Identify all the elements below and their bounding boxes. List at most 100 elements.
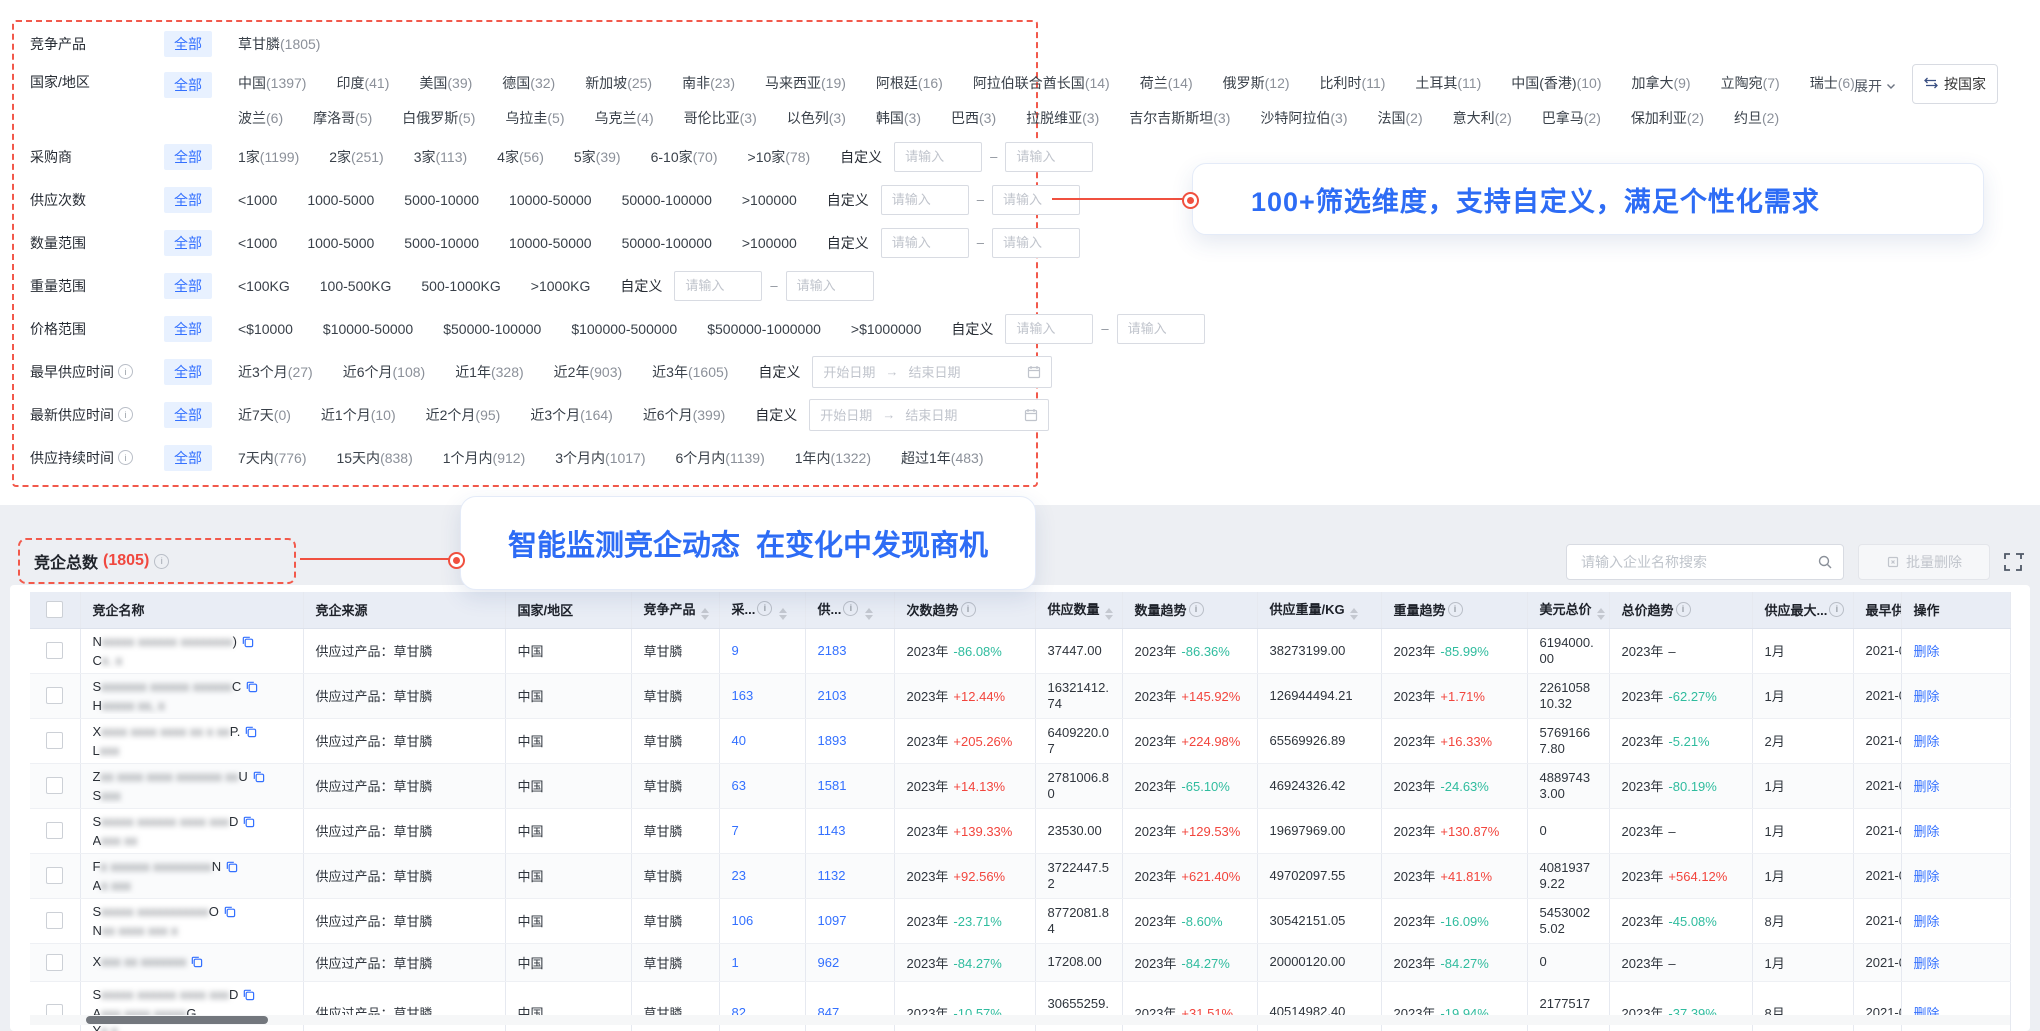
filter-option[interactable]: 近1个月(10) [321, 405, 396, 425]
filter-option[interactable]: 阿根廷(16) [876, 73, 943, 93]
sort-icon[interactable] [701, 608, 709, 620]
date-range-picker[interactable]: 开始日期→结束日期 [812, 356, 1052, 388]
column-header-供应重量/KG[interactable]: 供应重量/KG [1257, 592, 1381, 628]
column-header-供应数量[interactable]: 供应数量 [1035, 592, 1122, 628]
copy-icon[interactable] [241, 636, 254, 651]
buyer-count-link[interactable]: 163 [719, 673, 805, 718]
row-checkbox[interactable] [46, 687, 63, 704]
filter-option[interactable]: 保加利亚(2) [1631, 108, 1704, 128]
filter-option[interactable]: >$1000000 [851, 321, 921, 337]
filter-option[interactable]: 法国(2) [1378, 108, 1423, 128]
filter-option[interactable]: 近6个月(108) [343, 362, 425, 382]
row-checkbox[interactable] [46, 642, 63, 659]
filter-option[interactable]: 近3个月(27) [238, 362, 313, 382]
filter-custom-option[interactable]: 自定义 [951, 319, 993, 339]
filter-option[interactable]: 马来西亚(19) [765, 73, 846, 93]
sort-icon[interactable] [1597, 608, 1605, 620]
sort-icon[interactable] [779, 608, 787, 620]
delete-link[interactable]: 删除 [1914, 779, 1940, 794]
filter-option[interactable]: 5000-10000 [404, 235, 479, 251]
filter-option[interactable]: 以色列(3) [787, 108, 846, 128]
filter-option[interactable]: $50000-100000 [443, 321, 541, 337]
filter-all-chip[interactable]: 全部 [164, 445, 212, 471]
select-all-checkbox[interactable] [46, 601, 63, 618]
filter-option[interactable]: 荷兰(14) [1140, 73, 1193, 93]
supply-count-link[interactable]: 1132 [805, 853, 894, 898]
filter-option[interactable]: <$10000 [238, 321, 293, 337]
filter-option[interactable]: $10000-50000 [323, 321, 413, 337]
filter-all-chip[interactable]: 全部 [164, 187, 212, 213]
filter-option[interactable]: <1000 [238, 192, 277, 208]
filter-option[interactable]: 吉尔吉斯斯坦(3) [1129, 108, 1230, 128]
filter-option[interactable]: 1年内(1322) [795, 448, 871, 468]
filter-option[interactable]: 6个月内(1139) [676, 448, 765, 468]
sort-icon[interactable] [865, 608, 873, 620]
delete-link[interactable]: 删除 [1914, 956, 1940, 971]
filter-option[interactable]: 乌克兰(4) [595, 108, 654, 128]
filter-option[interactable]: 5000-10000 [404, 192, 479, 208]
buyer-count-link[interactable]: 9 [719, 628, 805, 673]
filter-option[interactable]: 100-500KG [320, 278, 392, 294]
delete-link[interactable]: 删除 [1914, 824, 1940, 839]
copy-icon[interactable] [252, 771, 265, 786]
filter-option[interactable]: 近3年(1605) [652, 362, 728, 382]
filter-option[interactable]: >10家(78) [748, 147, 811, 167]
filter-min-input[interactable] [881, 185, 969, 215]
filter-option[interactable]: 比利时(11) [1320, 73, 1386, 93]
filter-all-chip[interactable]: 全部 [164, 31, 212, 57]
filter-option[interactable]: 中国(1397) [238, 73, 306, 93]
supply-count-link[interactable]: 1143 [805, 808, 894, 853]
filter-option[interactable]: $500000-1000000 [707, 321, 821, 337]
sort-icon[interactable] [1350, 608, 1358, 620]
delete-link[interactable]: 删除 [1914, 914, 1940, 929]
filter-option[interactable]: 6-10家(70) [651, 147, 718, 167]
expand-button[interactable]: 展开 [1854, 76, 1896, 96]
sort-icon[interactable] [1105, 608, 1113, 620]
filter-all-chip[interactable]: 全部 [164, 144, 212, 170]
buyer-count-link[interactable]: 23 [719, 853, 805, 898]
row-checkbox[interactable] [46, 867, 63, 884]
filter-option[interactable]: 美国(39) [419, 73, 472, 93]
filter-option[interactable]: >1000KG [531, 278, 591, 294]
delete-link[interactable]: 删除 [1914, 689, 1940, 704]
filter-option[interactable]: 1000-5000 [307, 235, 374, 251]
filter-option[interactable]: 近1年(328) [455, 362, 523, 382]
filter-option[interactable]: 摩洛哥(5) [313, 108, 372, 128]
filter-option[interactable]: 近6个月(399) [643, 405, 725, 425]
filter-min-input[interactable] [894, 142, 982, 172]
filter-option[interactable]: 白俄罗斯(5) [402, 108, 475, 128]
horizontal-scrollbar-track[interactable] [30, 1015, 2010, 1025]
filter-all-chip[interactable]: 全部 [164, 402, 212, 428]
delete-link[interactable]: 删除 [1914, 869, 1940, 884]
filter-option[interactable]: 韩国(3) [876, 108, 921, 128]
filter-option[interactable]: 500-1000KG [421, 278, 500, 294]
column-header-供...[interactable]: 供...i [805, 592, 894, 628]
column-header-美元总价[interactable]: 美元总价 [1527, 592, 1609, 628]
filter-option[interactable]: 加拿大(9) [1631, 73, 1690, 93]
filter-option[interactable]: 拉脱维亚(3) [1026, 108, 1099, 128]
filter-option[interactable]: 意大利(2) [1453, 108, 1512, 128]
filter-option[interactable]: <1000 [238, 235, 277, 251]
filter-option[interactable]: 中国(香港)(10) [1511, 73, 1601, 93]
filter-option[interactable]: 近2年(903) [554, 362, 622, 382]
filter-option[interactable]: 5家(39) [574, 147, 621, 167]
filter-option[interactable]: 土耳其(11) [1415, 73, 1481, 93]
filter-option[interactable]: 哥伦比亚(3) [684, 108, 757, 128]
copy-icon[interactable] [242, 989, 255, 1004]
filter-option[interactable]: 近2个月(95) [426, 405, 501, 425]
company-search-input[interactable] [1579, 553, 1817, 571]
filter-all-chip[interactable]: 全部 [164, 230, 212, 256]
filter-max-input[interactable] [786, 271, 874, 301]
filter-all-chip[interactable]: 全部 [164, 273, 212, 299]
filter-option[interactable]: 立陶宛(7) [1721, 73, 1780, 93]
filter-option[interactable]: 50000-100000 [622, 235, 712, 251]
filter-option[interactable]: 近7天(0) [238, 405, 291, 425]
filter-custom-option[interactable]: 自定义 [620, 276, 662, 296]
buyer-count-link[interactable]: 63 [719, 763, 805, 808]
batch-delete-button[interactable]: 批量删除 [1858, 544, 1990, 580]
fullscreen-icon[interactable] [2002, 551, 2024, 573]
delete-link[interactable]: 删除 [1914, 644, 1940, 659]
filter-min-input[interactable] [674, 271, 762, 301]
filter-option[interactable]: 10000-50000 [509, 235, 592, 251]
filter-all-chip[interactable]: 全部 [164, 72, 212, 98]
